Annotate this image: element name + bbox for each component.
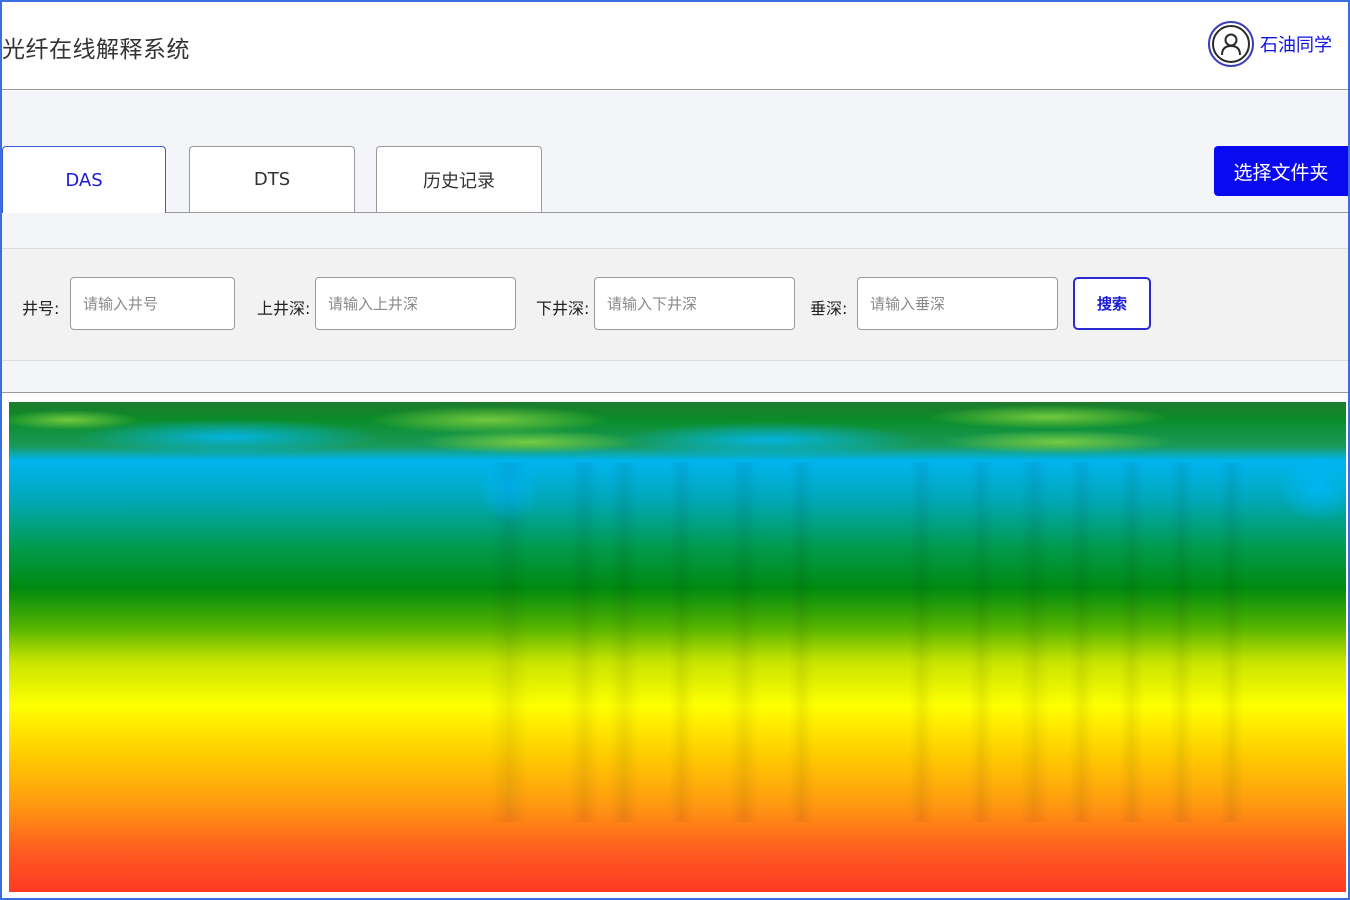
heatmap-highlight <box>369 406 609 434</box>
heatmap-highlight <box>944 430 1174 454</box>
well-label: 井号: <box>22 299 60 318</box>
upper-depth-input[interactable] <box>315 277 516 330</box>
tab-dts[interactable]: DTS <box>189 146 355 212</box>
spacer-band <box>2 213 1348 249</box>
spacer-band-2 <box>2 361 1348 393</box>
app-window: 光纤在线解释系统 石油同学 DAS DTS 历史记录 选择文件夹 井号: 上井深… <box>0 0 1350 900</box>
app-title: 光纤在线解释系统 <box>2 37 190 63</box>
heatmap-blue-zone <box>79 419 379 455</box>
heatmap-svg <box>9 402 1346 892</box>
vertical-depth-label: 垂深: <box>810 299 848 318</box>
lower-depth-input[interactable] <box>594 277 795 330</box>
user-name[interactable]: 石油同学 <box>1260 31 1332 57</box>
heatmap-blue-zone <box>619 422 919 458</box>
heatmap-highlight <box>929 405 1169 429</box>
tab-bar: DAS DTS 历史记录 选择文件夹 <box>2 91 1348 213</box>
well-input[interactable] <box>70 277 235 330</box>
tab-das[interactable]: DAS <box>2 146 166 213</box>
das-heatmap <box>9 402 1346 892</box>
select-folder-button[interactable]: 选择文件夹 <box>1214 146 1348 196</box>
lower-depth-label: 下井深: <box>536 299 590 318</box>
user-icon <box>1212 25 1250 63</box>
heatmap-highlight <box>419 430 639 454</box>
user-menu[interactable]: 石油同学 <box>1208 18 1332 70</box>
avatar[interactable] <box>1208 21 1254 67</box>
upper-depth-label: 上井深: <box>257 299 311 318</box>
search-button[interactable]: 搜索 <box>1073 277 1151 330</box>
top-header: 光纤在线解释系统 石油同学 <box>2 2 1348 90</box>
vertical-depth-input[interactable] <box>857 277 1058 330</box>
tab-history[interactable]: 历史记录 <box>376 146 542 212</box>
search-bar: 井号: 上井深: 下井深: 垂深: 搜索 <box>2 249 1348 361</box>
